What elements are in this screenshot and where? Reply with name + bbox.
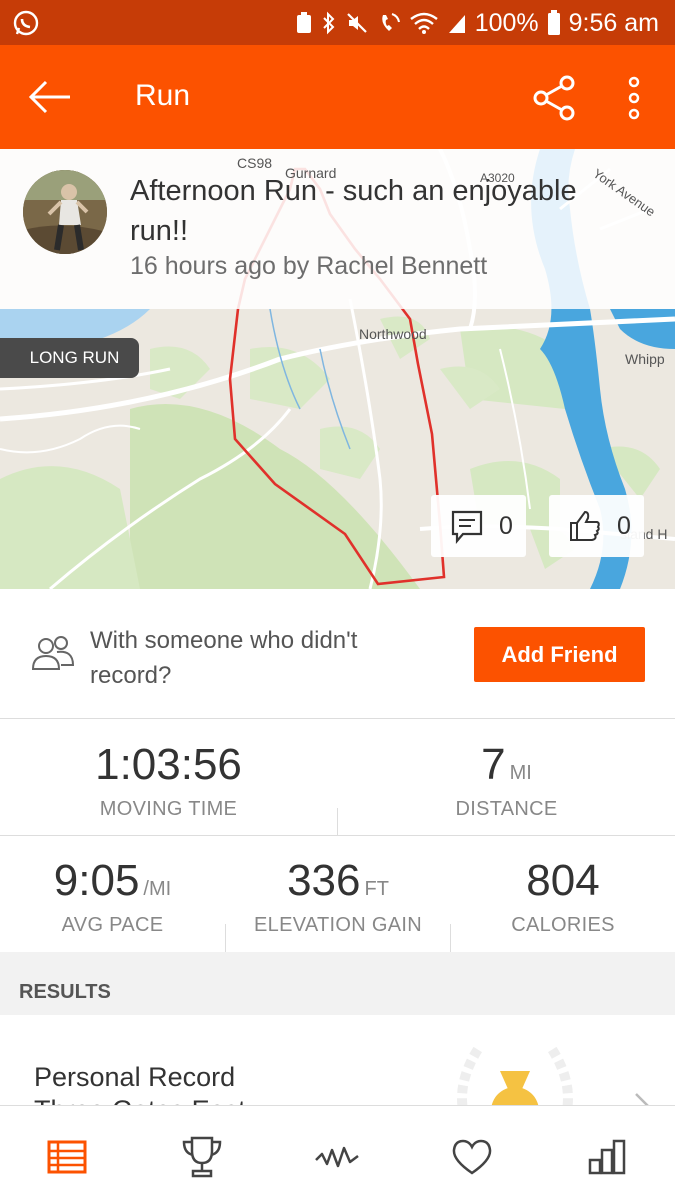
map-label-northwood: Northwood <box>359 326 427 342</box>
map-label-gurnard: Gurnard <box>285 165 337 181</box>
comments-count: 0 <box>499 511 513 540</box>
elevation-unit: FT <box>364 878 389 900</box>
results-title: RESULTS <box>19 981 111 1003</box>
result-row[interactable]: Personal Record Three Gates East PR <box>0 1015 675 1105</box>
moving-time-label: MOVING TIME <box>99 798 238 820</box>
map-label-a3020: A3020 <box>480 171 515 185</box>
activity-subtitle[interactable]: 16 hours ago by Rachel Bennett <box>130 252 487 281</box>
map-label-cs: CS98 <box>237 155 273 171</box>
nav-challenges[interactable] <box>177 1132 227 1182</box>
comment-icon <box>449 508 485 544</box>
with-someone-row: With someone who didn't record? Add Frie… <box>0 589 675 719</box>
pr-medal-icon: PR <box>450 1041 580 1105</box>
moving-time-stat: 1:03:56 MOVING TIME <box>0 720 337 836</box>
activity-map[interactable]: Afternoon Run - such an enjoyable run!! … <box>0 149 675 589</box>
stats-row-1: 1:03:56 MOVING TIME 7 MI DISTANCE <box>0 720 675 836</box>
lock-battery-icon <box>295 11 313 35</box>
share-icon <box>533 75 575 121</box>
bottom-nav <box>0 1105 675 1200</box>
battery-percent: 100% <box>474 8 539 37</box>
distance-value: 7 <box>481 740 506 789</box>
athlete-photo <box>23 170 107 254</box>
calories-stat: 804 CALORIES <box>451 836 675 952</box>
more-vertical-icon <box>628 76 640 120</box>
stats-icon <box>588 1139 626 1175</box>
thumbs-up-icon <box>567 508 603 544</box>
app-bar: Run <box>0 45 675 149</box>
wifi-call-icon <box>377 11 401 35</box>
stats-row-2: 9:05/MI AVG PACE 336 FT ELEVATION GAIN 80… <box>0 836 675 952</box>
avg-pace-label: AVG PACE <box>61 914 164 936</box>
chevron-right-icon <box>632 1090 652 1105</box>
heart-icon <box>452 1139 492 1175</box>
kudos-count: 0 <box>617 511 631 540</box>
nav-stats[interactable] <box>582 1132 632 1182</box>
calories-label: CALORIES <box>511 914 615 936</box>
whatsapp-icon <box>12 9 40 42</box>
avg-pace-stat: 9:05/MI AVG PACE <box>0 836 225 952</box>
distance-unit: MI <box>509 762 532 784</box>
activity-header: Afternoon Run - such an enjoyable run!! … <box>0 149 675 309</box>
arrow-left-icon <box>28 80 70 114</box>
moving-time-value: 1:03:56 <box>95 740 242 789</box>
results-header: RESULTS <box>0 952 675 1015</box>
elevation-stat: 336 FT ELEVATION GAIN <box>226 836 450 952</box>
avatar[interactable] <box>23 170 107 254</box>
avg-pace-value: 9:05 <box>53 856 140 905</box>
feed-icon <box>47 1140 87 1174</box>
elevation-value: 336 <box>287 856 361 905</box>
people-icon <box>30 635 76 676</box>
status-bar: 100% 9:56 am <box>0 0 675 45</box>
wifi-icon <box>409 11 439 35</box>
kudos-button[interactable]: 0 <box>549 495 644 557</box>
with-someone-text: With someone who didn't record? <box>90 627 358 689</box>
page-title: Run <box>135 79 191 112</box>
elevation-label: ELEVATION GAIN <box>254 914 422 936</box>
clock: 9:56 am <box>568 8 659 37</box>
bluetooth-icon <box>321 11 337 35</box>
distance-label: DISTANCE <box>455 798 558 820</box>
battery-icon <box>547 10 561 36</box>
trophy-icon <box>182 1136 222 1178</box>
map-label-whipp: Whipp <box>625 351 665 367</box>
back-button[interactable] <box>28 75 78 119</box>
more-options-button[interactable] <box>616 73 652 123</box>
add-friend-button[interactable]: Add Friend <box>474 627 645 682</box>
mute-icon <box>345 11 369 35</box>
nav-favorites[interactable] <box>447 1132 497 1182</box>
nav-record[interactable] <box>312 1132 362 1182</box>
avg-pace-unit: /MI <box>143 878 172 900</box>
share-button[interactable] <box>530 73 580 123</box>
activity-icon <box>315 1146 359 1168</box>
long-run-badge: LONG RUN <box>0 338 139 378</box>
activity-title[interactable]: Afternoon Run - such an enjoyable run!! <box>130 171 630 251</box>
nav-feed[interactable] <box>42 1132 92 1182</box>
distance-stat: 7 MI DISTANCE <box>338 720 675 836</box>
comments-button[interactable]: 0 <box>431 495 526 557</box>
calories-value: 804 <box>526 856 600 905</box>
result-title: Personal Record <box>34 1062 236 1092</box>
signal-icon <box>447 11 467 35</box>
result-segment: Three Gates East <box>34 1095 246 1105</box>
